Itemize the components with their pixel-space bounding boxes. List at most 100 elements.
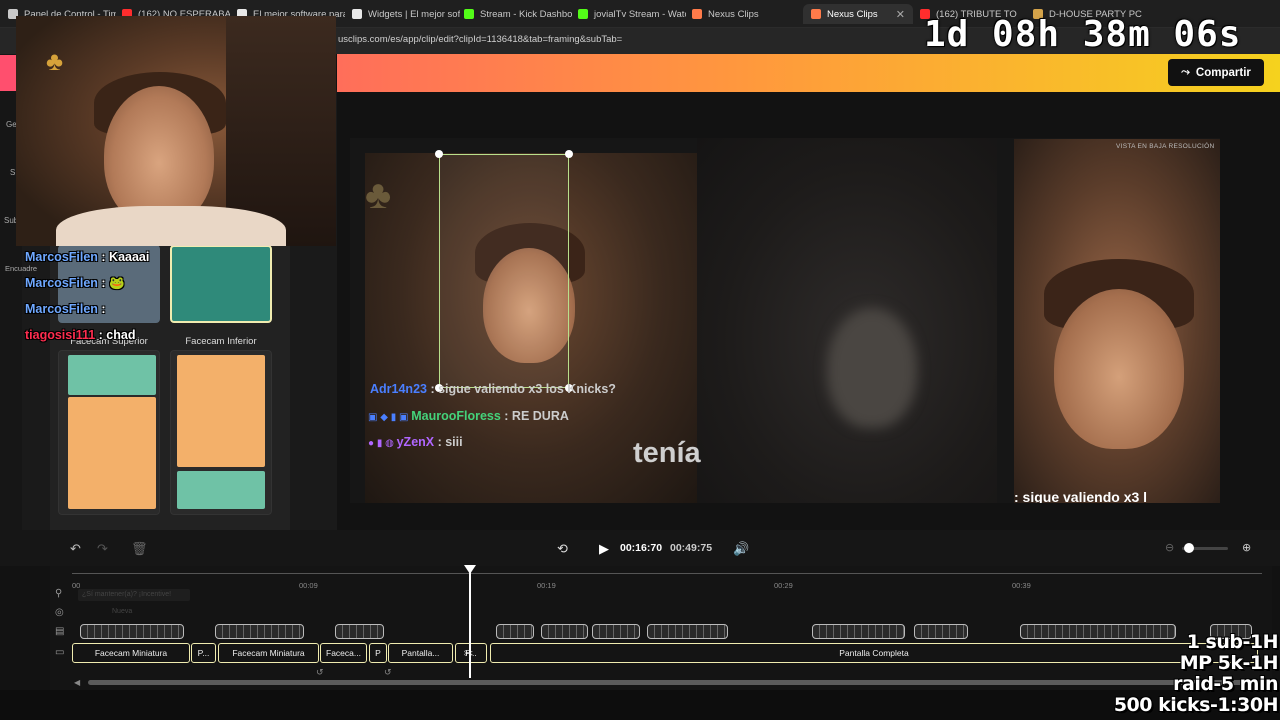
subtitle-text[interactable]: tenía (633, 437, 701, 470)
share-button[interactable]: ⤳ Compartir (1168, 59, 1264, 86)
bottom-bar (0, 690, 1280, 720)
transition-icon[interactable]: ↺ (316, 667, 324, 678)
caption-chip[interactable] (647, 624, 728, 639)
ruler-tick: 00:39 (1012, 581, 1031, 590)
caption-chip[interactable] (215, 624, 304, 639)
text-track-icon: ⚲ (55, 588, 63, 599)
timeline-segment[interactable]: Facecam Miniatura (72, 643, 190, 663)
ruler-tick: 00:19 (537, 581, 556, 590)
zoom-in-icon[interactable]: ⊕ (1242, 541, 1251, 554)
timeline-ruler[interactable] (72, 573, 1262, 574)
browser-tab[interactable]: jovialTv Stream - Watc (578, 4, 686, 24)
split-icon[interactable]: ✂ (464, 647, 473, 660)
zoom-handle[interactable] (1184, 543, 1194, 553)
timeline-segment[interactable]: Pantalla... (388, 643, 453, 663)
tab-favicon-icon (352, 9, 362, 19)
redo-icon[interactable]: ↷ (97, 541, 108, 557)
caption-chip[interactable] (592, 624, 640, 639)
chat-separator: : (97, 250, 110, 264)
replay-icon[interactable]: ⟲ (557, 541, 568, 557)
timeline-segment[interactable]: Faceca... (320, 643, 367, 663)
browser-tab[interactable]: Stream - Kick Dashboa (464, 4, 572, 24)
caption-chip[interactable] (812, 624, 905, 639)
chat-user: MarcosFilen (25, 276, 98, 290)
goal-line: 500 kicks-1:30H (1113, 694, 1279, 716)
layout-card-facecam-inferior[interactable] (170, 350, 272, 515)
tab-label: Nexus Clips (827, 8, 878, 20)
output-video-frame: : sigue valiendo x3 l (1014, 139, 1220, 503)
chat-text: Kaaaai (109, 250, 150, 264)
blurred-video-frame (697, 138, 997, 503)
volume-icon[interactable]: 🔊 (733, 541, 749, 557)
chat-message: MarcosFilen : 🐸 (25, 276, 125, 291)
webcam-overlay: ♣ (16, 16, 336, 246)
emote-icon: 🐸 (109, 276, 125, 290)
caption-chip[interactable] (914, 624, 968, 639)
caption-chip[interactable] (541, 624, 588, 639)
chat-message: tiagosisi111 : chad (25, 328, 135, 342)
layout-preview-image (177, 355, 265, 467)
play-icon[interactable]: ▶ (599, 541, 609, 557)
timeline-segment[interactable]: Facecam Miniatura (218, 643, 319, 663)
text-track-item[interactable]: ¿Sí mantener(a)? ¡Incentive! (78, 589, 190, 601)
timeline-scrollbar[interactable] (88, 680, 1256, 685)
zoom-out-icon[interactable]: ⊖ (1165, 541, 1174, 554)
chat-text: sigue valiendo x3 los Knicks? (438, 382, 616, 396)
chat-text: RE DURA (511, 409, 569, 423)
tab-favicon-icon (811, 9, 821, 19)
pineapple-icon: ♣ (365, 173, 392, 217)
layout-card-facecam-superior[interactable] (58, 350, 160, 515)
output-caption: : sigue valiendo x3 l (1014, 489, 1148, 503)
crop-handle[interactable] (565, 150, 573, 158)
goal-line: 1 sub-1H (1186, 631, 1279, 653)
browser-tab[interactable]: Nexus Clips ✕ (803, 4, 913, 24)
chat-message: MarcosFilen : (25, 302, 106, 316)
chat-text: siii (445, 435, 463, 449)
chat-separator: : (95, 328, 107, 342)
preview-chat-line: ▣ ◆ ▮ ▣ MaurooFloress : RE DURA (368, 409, 569, 423)
crop-frame[interactable] (435, 150, 573, 392)
tab-favicon-icon (692, 9, 702, 19)
tab-label: Nexus Clips (708, 8, 759, 20)
chat-user: Adr14n23 (370, 382, 427, 396)
caption-chip[interactable] (496, 624, 534, 639)
goal-line: raid-5 min (1173, 673, 1278, 695)
undo-icon[interactable]: ↶ (70, 541, 81, 557)
app-header-gradient (337, 54, 1280, 92)
caption-track-icon: ▤ (55, 626, 65, 637)
url-text[interactable]: usclips.com/es/app/clip/edit?clipId=1136… (338, 34, 622, 45)
trash-icon[interactable]: 🗑 (131, 541, 148, 557)
chat-user: MaurooFloress (411, 409, 501, 423)
chat-user: MarcosFilen (25, 302, 98, 316)
chat-separator: : (426, 382, 439, 396)
video-track-icon: ▭ (55, 647, 65, 658)
chat-user: MarcosFilen (25, 250, 98, 264)
layout-preview-image (68, 355, 156, 395)
crop-handle[interactable] (435, 150, 443, 158)
preview-chat-line: ● ▮ ◍ yZenX : siii (368, 435, 463, 449)
playhead[interactable] (469, 566, 471, 678)
transition-icon[interactable]: ↺ (384, 667, 392, 678)
sticker-track-item[interactable]: Nueva (112, 608, 132, 615)
share-icon: ⤳ (1181, 66, 1190, 78)
duration: 00:49:75 (670, 542, 713, 554)
timeline-segment[interactable]: P... (191, 643, 216, 663)
tab-favicon-icon (464, 9, 474, 19)
sidebar-label[interactable]: S (10, 168, 15, 177)
chat-user: tiagosisi111 (25, 328, 96, 342)
badge-icon: ▣ ◆ ▮ ▣ (368, 412, 412, 423)
tab-label: Stream - Kick Dashboa (480, 8, 572, 20)
caption-chip[interactable] (80, 624, 184, 639)
webcam-shirt (56, 206, 286, 246)
chat-separator: : (434, 435, 446, 449)
chat-message: MarcosFilen : Kaaaai (25, 250, 149, 264)
scroll-left-icon[interactable]: ◀ (74, 678, 80, 687)
caption-chip[interactable] (335, 624, 384, 639)
close-tab-icon[interactable]: ✕ (896, 8, 905, 21)
browser-tab[interactable]: Widgets | El mejor sof (352, 4, 460, 24)
webcam-face (104, 86, 214, 226)
pineapple-icon: ♣ (46, 46, 64, 76)
browser-tab[interactable]: Nexus Clips (692, 4, 800, 24)
playhead-handle[interactable] (464, 565, 476, 574)
timeline-segment[interactable]: P (369, 643, 387, 663)
